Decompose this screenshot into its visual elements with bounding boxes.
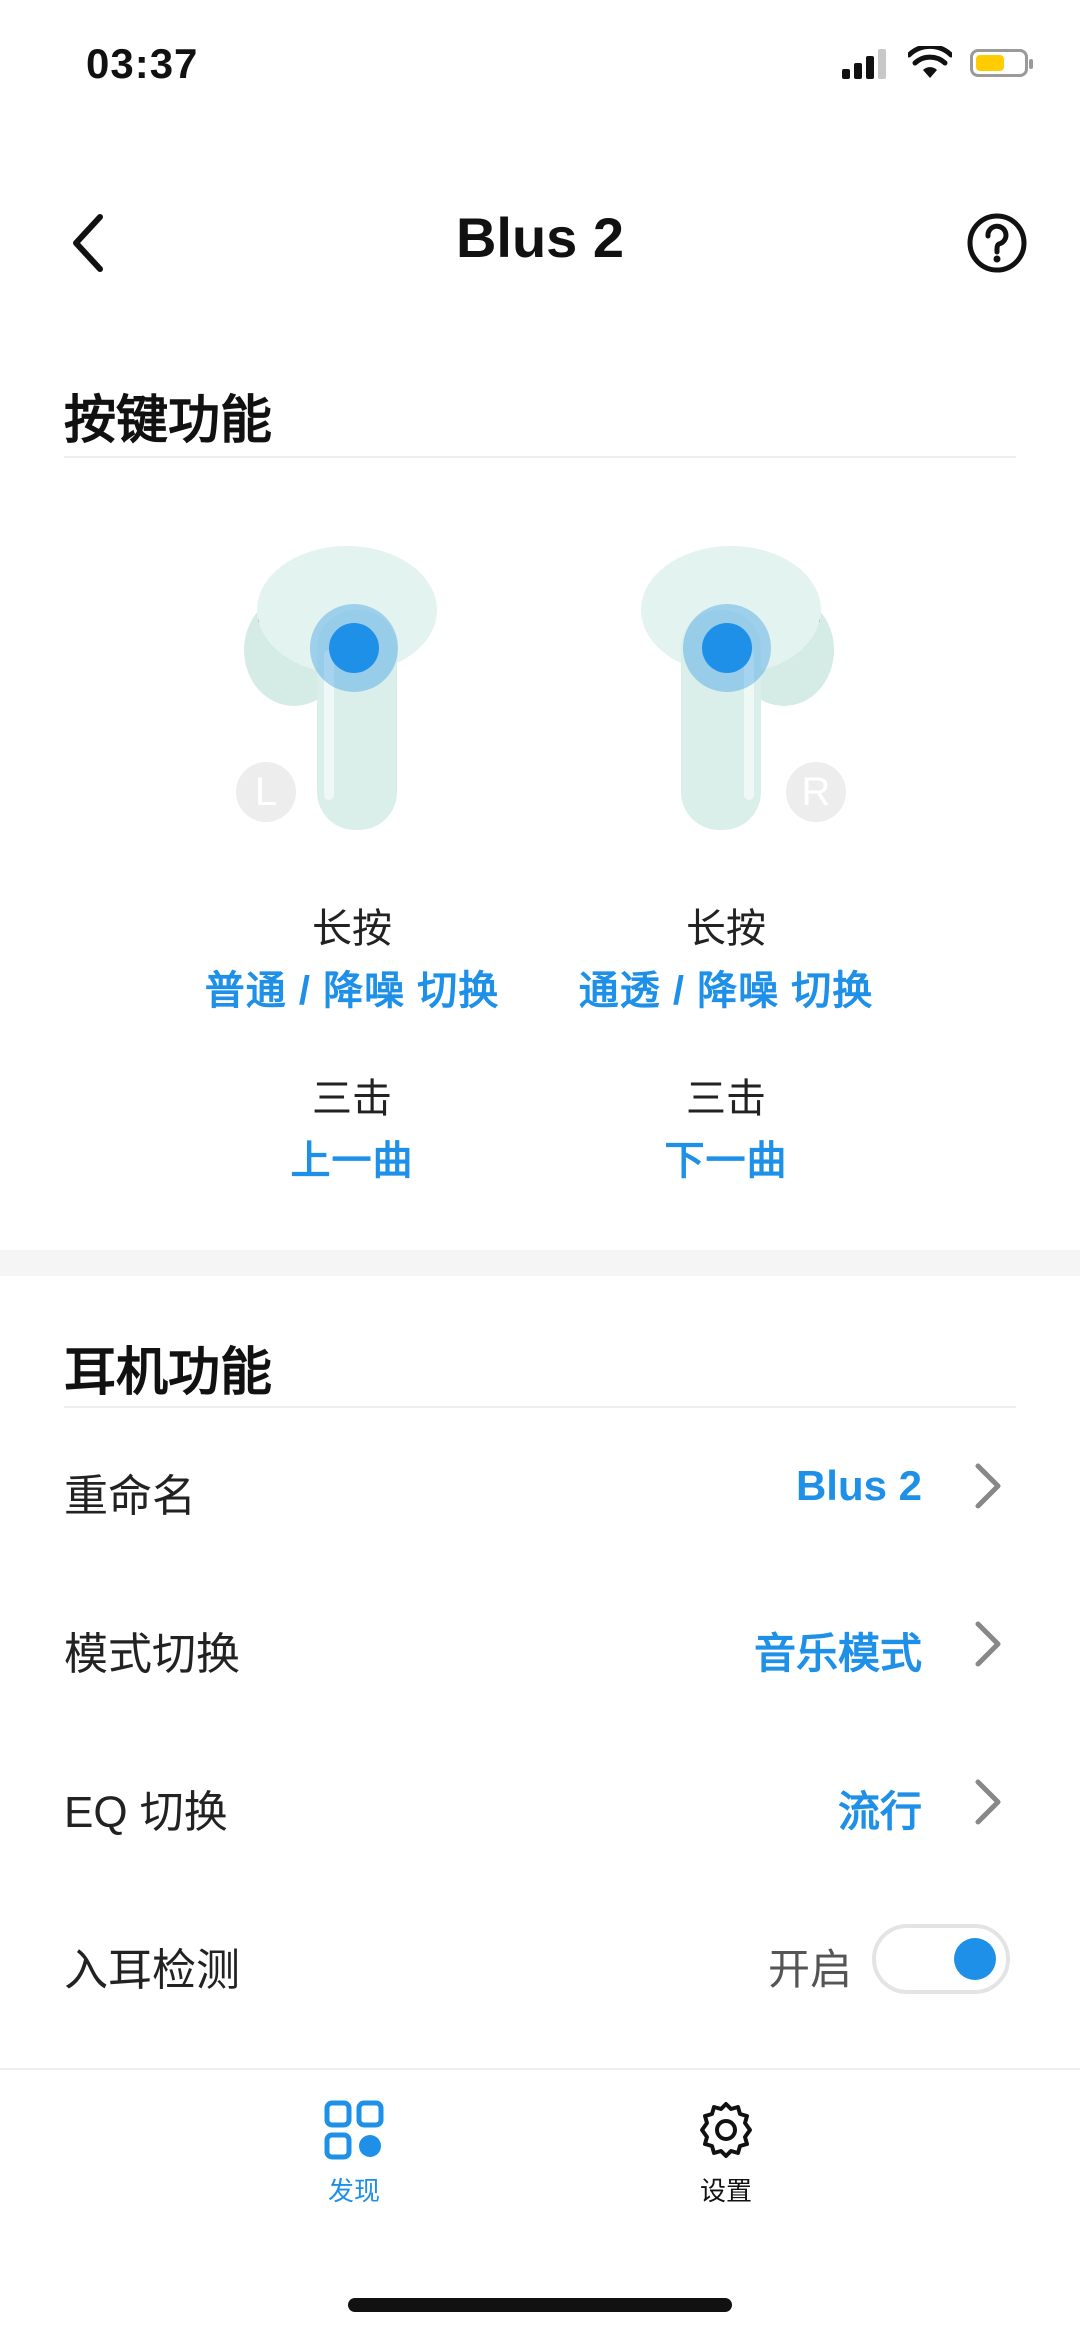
- left-side-badge: L: [236, 762, 296, 822]
- row-mode-label: 模式切换: [64, 1630, 240, 1679]
- row-rename-label: 重命名: [64, 1472, 196, 1521]
- divider: [64, 1406, 1016, 1408]
- right-triple-tap-value[interactable]: 下一曲: [516, 1128, 936, 1186]
- nav-tab-discover[interactable]: 发现: [254, 2100, 454, 2208]
- row-eq-value: 流行: [837, 1788, 922, 1835]
- wifi-icon: [908, 46, 952, 78]
- page-title: Blus 2: [455, 206, 625, 269]
- right-triple-tap-label: 三击: [686, 1077, 766, 1121]
- nav-label-settings: 设置: [699, 2176, 752, 2206]
- chevron-right-icon: [975, 1621, 1001, 1667]
- in-ear-detection-toggle[interactable]: [872, 1924, 1010, 1994]
- section-separator: [0, 1250, 1080, 1276]
- right-long-press-value[interactable]: 通透 / 降噪 切换: [516, 958, 936, 1016]
- home-indicator: [348, 2298, 732, 2312]
- nav-tab-settings[interactable]: 设置: [626, 2100, 826, 2208]
- row-mode-value: 音乐模式: [753, 1630, 922, 1677]
- discover-grid-icon: [324, 2100, 384, 2160]
- left-long-press-label: 长按: [312, 907, 392, 951]
- left-triple-tap-label: 三击: [312, 1077, 392, 1121]
- nav-label-discover: 发现: [327, 2176, 380, 2206]
- section-title-buttons: 按键功能: [64, 392, 273, 450]
- section-title-earphone: 耳机功能: [64, 1344, 273, 1402]
- row-in-ear-label: 入耳检测: [64, 1946, 240, 1995]
- right-long-press-label: 长按: [686, 907, 766, 951]
- row-rename-value: Blus 2: [795, 1462, 922, 1509]
- battery-icon: [970, 49, 1033, 77]
- chevron-right-icon: [975, 1463, 1001, 1509]
- right-side-badge: R: [786, 762, 846, 822]
- left-long-press-value[interactable]: 普通 / 降噪 切换: [142, 958, 562, 1016]
- status-time: 03:37: [86, 40, 199, 87]
- divider: [64, 456, 1016, 458]
- toggle-knob: [954, 1938, 996, 1980]
- signal-icon: [842, 49, 886, 79]
- help-button[interactable]: [966, 212, 1028, 274]
- gear-icon: [700, 2102, 752, 2158]
- left-triple-tap-value[interactable]: 上一曲: [142, 1128, 562, 1186]
- nav-divider: [0, 2068, 1080, 2070]
- chevron-right-icon: [975, 1779, 1001, 1825]
- in-ear-toggle-status: 开启: [767, 1946, 852, 1993]
- status-icons: [842, 46, 1033, 80]
- help-icon: [967, 213, 1027, 273]
- row-eq-label: EQ 切换: [64, 1788, 228, 1837]
